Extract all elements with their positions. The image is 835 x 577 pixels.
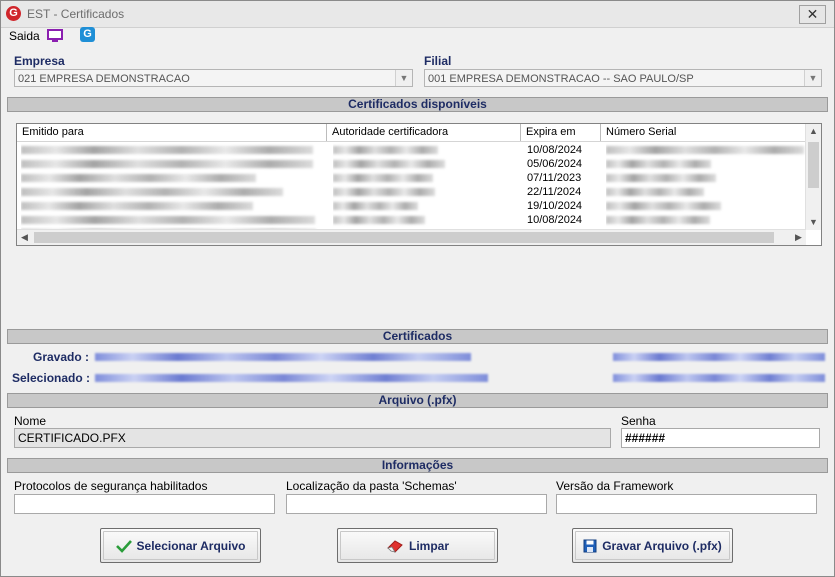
- filial-value: 001 EMPRESA DEMONSTRACAO -- SAO PAULO/SP: [428, 73, 694, 85]
- redacted-text: [21, 160, 313, 168]
- app-logo-icon: G: [6, 6, 21, 21]
- redacted-text: [333, 174, 433, 182]
- expira-cell: 19/10/2024: [527, 200, 583, 212]
- chevron-down-icon[interactable]: ▼: [395, 70, 412, 86]
- gravado-value-redacted: [95, 353, 471, 361]
- limpar-label: Limpar: [408, 538, 449, 553]
- certificados-grid[interactable]: Emitido para Autoridade certificadora Ex…: [16, 123, 822, 246]
- expira-cell: 07/11/2023: [527, 172, 582, 184]
- table-row[interactable]: 05/06/2024: [17, 157, 807, 171]
- table-row[interactable]: 10/08/2024: [17, 143, 807, 157]
- gravar-arquivo-button[interactable]: Gravar Arquivo (.pfx): [572, 528, 733, 563]
- certificados-disponiveis-header: Certificados disponíveis: [7, 97, 828, 112]
- menu-bar: Saida G: [1, 27, 834, 45]
- redacted-text: [606, 174, 716, 182]
- col-autoridade[interactable]: Autoridade certificadora: [327, 124, 521, 141]
- expira-cell: 22/11/2024: [527, 186, 582, 198]
- col-numero-serial[interactable]: Número Serial: [601, 124, 807, 141]
- arquivo-header: Arquivo (.pfx): [7, 393, 828, 408]
- protocolos-field[interactable]: [14, 494, 275, 514]
- redacted-text: [21, 202, 253, 210]
- expira-cell: 05/06/2024: [527, 158, 583, 170]
- gravar-label: Gravar Arquivo (.pfx): [602, 538, 722, 553]
- framework-label: Versão da Framework: [556, 479, 674, 493]
- nome-label: Nome: [14, 414, 47, 428]
- redacted-text: [333, 146, 438, 154]
- redacted-text: [21, 188, 283, 196]
- redacted-text: [21, 174, 256, 182]
- redacted-text: [606, 146, 804, 154]
- selecionado-label: Selecionado :: [12, 371, 91, 385]
- redacted-text: [606, 202, 721, 210]
- senha-field[interactable]: ######: [621, 428, 820, 448]
- expira-cell: 10/08/2024: [527, 214, 583, 226]
- eraser-icon: [387, 539, 403, 553]
- table-row[interactable]: 10/08/2024: [17, 213, 807, 227]
- selecionado-value-redacted: [95, 374, 488, 382]
- close-button[interactable]: ✕: [799, 5, 826, 24]
- scroll-up-icon[interactable]: ▲: [806, 124, 821, 139]
- save-icon: [583, 539, 597, 552]
- scroll-left-icon[interactable]: ◀: [17, 230, 32, 245]
- title-bar: G EST - Certificados ✕: [1, 1, 834, 28]
- col-emitido-para[interactable]: Emitido para: [17, 124, 327, 141]
- redacted-text: [606, 160, 711, 168]
- grid-header: Emitido para Autoridade certificadora Ex…: [17, 124, 807, 142]
- limpar-button[interactable]: Limpar: [337, 528, 498, 563]
- scroll-right-icon[interactable]: ▶: [791, 230, 806, 245]
- expira-cell: 10/08/2024: [527, 144, 583, 156]
- senha-label: Senha: [621, 414, 656, 428]
- scroll-down-icon[interactable]: ▼: [806, 215, 821, 230]
- scroll-thumb[interactable]: [808, 142, 819, 188]
- schemas-label: Localização da pasta 'Schemas': [286, 479, 457, 493]
- redacted-text: [21, 146, 313, 154]
- table-row[interactable]: 22/11/2024: [17, 185, 807, 199]
- empresa-label: Empresa: [14, 54, 65, 68]
- table-row[interactable]: 19/10/2024: [17, 199, 807, 213]
- horizontal-scrollbar[interactable]: ◀ ▶: [17, 229, 806, 245]
- certificados-window: G EST - Certificados ✕ Saida G Empresa 0…: [0, 0, 835, 577]
- gravado-label: Gravado :: [33, 350, 90, 364]
- gravado-serial-redacted: [613, 353, 825, 361]
- certificados-header: Certificados: [7, 329, 828, 344]
- chevron-down-icon[interactable]: ▼: [804, 70, 821, 86]
- table-row[interactable]: 07/11/2023: [17, 171, 807, 185]
- redacted-text: [333, 188, 435, 196]
- filial-select[interactable]: 001 EMPRESA DEMONSTRACAO -- SAO PAULO/SP…: [424, 69, 822, 87]
- col-expira-em[interactable]: Expira em: [521, 124, 601, 141]
- redacted-text: [606, 188, 704, 196]
- protocolos-label: Protocolos de segurança habilitados: [14, 479, 208, 493]
- selecionar-arquivo-button[interactable]: Selecionar Arquivo: [100, 528, 261, 563]
- filial-label: Filial: [424, 54, 452, 68]
- empresa-value: 021 EMPRESA DEMONSTRACAO: [18, 73, 190, 85]
- informacoes-header: Informações: [7, 458, 828, 473]
- vertical-scrollbar[interactable]: ▲ ▼: [805, 124, 821, 230]
- nome-field[interactable]: CERTIFICADO.PFX: [14, 428, 611, 448]
- check-icon: [115, 539, 132, 553]
- redacted-text: [333, 160, 445, 168]
- monitor-icon[interactable]: [47, 29, 63, 42]
- selecionado-serial-redacted: [613, 374, 825, 382]
- menu-saida[interactable]: Saida: [9, 29, 40, 43]
- redacted-text: [333, 202, 418, 210]
- g-app-icon[interactable]: G: [80, 27, 95, 42]
- redacted-text: [606, 216, 710, 224]
- scroll-thumb[interactable]: [34, 232, 774, 243]
- empresa-select[interactable]: 021 EMPRESA DEMONSTRACAO ▼: [14, 69, 413, 87]
- redacted-text: [21, 216, 315, 224]
- framework-field[interactable]: [556, 494, 817, 514]
- redacted-text: [333, 216, 425, 224]
- selecionar-label: Selecionar Arquivo: [136, 538, 246, 553]
- schemas-field[interactable]: [286, 494, 547, 514]
- window-title: EST - Certificados: [27, 7, 125, 21]
